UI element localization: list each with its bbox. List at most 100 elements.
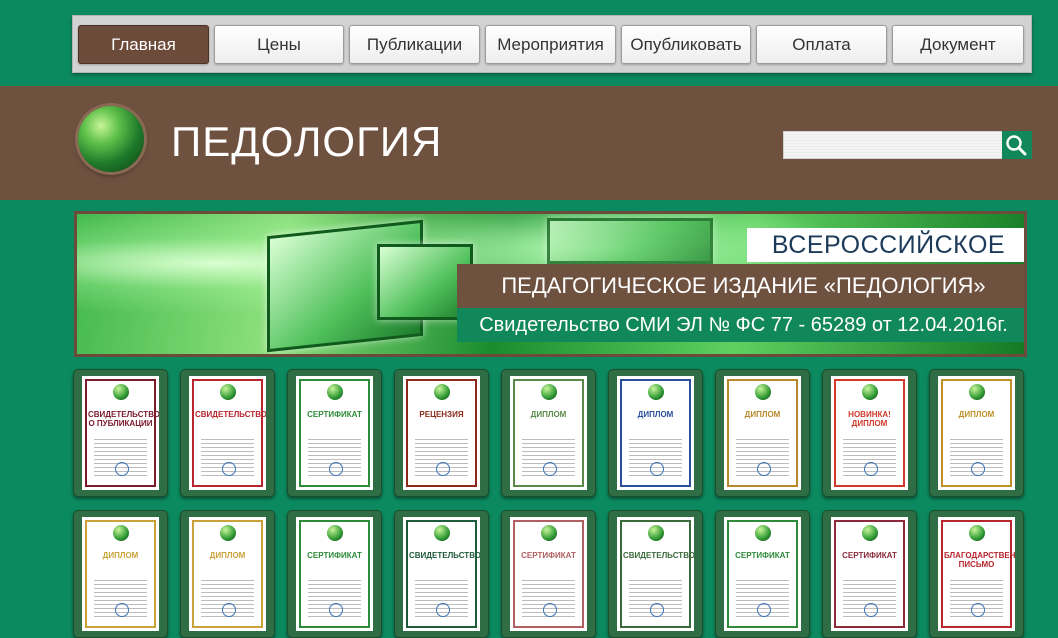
document-title: ДИПЛОМ	[102, 551, 139, 560]
seal-icon	[328, 462, 343, 476]
document-title: СВИДЕТЕЛЬСТВО О ПУБЛИКАЦИИ	[88, 410, 159, 428]
seal-icon	[542, 603, 557, 617]
document-preview: СЕРТИФИКАТ	[296, 376, 373, 490]
nav-item-payment[interactable]: Оплата	[756, 25, 887, 64]
search-input[interactable]	[783, 131, 1003, 159]
document-thumbnail[interactable]: РЕЦЕНЗИЯ	[394, 369, 489, 497]
search-button[interactable]	[1002, 131, 1032, 159]
document-title: СЕРТИФИКАТ	[735, 551, 790, 560]
document-thumbnail[interactable]: ДИПЛОМ	[73, 510, 168, 638]
document-title: ДИПЛОМ	[209, 551, 246, 560]
hero-banner[interactable]: ВСЕРОССИЙСКОЕ ПЕДАГОГИЧЕСКОЕ ИЗДАНИЕ «ПЕ…	[74, 211, 1027, 357]
seal-icon	[649, 603, 664, 617]
globe-emblem-icon	[540, 384, 557, 400]
document-preview: СВИДЕТЕЛЬСТВО	[617, 517, 694, 631]
document-preview: СВИДЕТЕЛЬСТВО	[189, 376, 266, 490]
document-title: БЛАГОДАРСТВЕННОЕ ПИСЬМО	[944, 551, 1015, 569]
document-thumbnail[interactable]: ДИПЛОМ	[715, 369, 810, 497]
document-preview: СЕРТИФИКАТ	[724, 517, 801, 631]
document-title: ДИПЛОМ	[637, 410, 674, 419]
document-preview: ДИПЛОМ	[510, 376, 587, 490]
seal-icon	[114, 603, 129, 617]
document-thumbnail[interactable]: СВИДЕТЕЛЬСТВО	[394, 510, 489, 638]
globe-emblem-icon	[647, 384, 664, 400]
document-title: СЕРТИФИКАТ	[842, 551, 897, 560]
nav-item-home[interactable]: Главная	[78, 25, 209, 64]
document-thumbnail[interactable]: СЕРТИФИКАТ	[822, 510, 917, 638]
document-preview: БЛАГОДАРСТВЕННОЕ ПИСЬМО	[938, 517, 1015, 631]
document-title: СВИДЕТЕЛЬСТВО	[409, 551, 480, 560]
seal-icon	[970, 603, 985, 617]
document-title: ДИПЛОМ	[530, 410, 567, 419]
seal-icon	[863, 603, 878, 617]
globe-emblem-icon	[112, 384, 129, 400]
globe-emblem-icon	[861, 384, 878, 400]
document-preview: РЕЦЕНЗИЯ	[403, 376, 480, 490]
seal-icon	[649, 462, 664, 476]
document-title: СЕРТИФИКАТ	[307, 410, 362, 419]
document-title: СВИДЕТЕЛЬСТВО	[195, 410, 266, 419]
document-title: СЕРТИФИКАТ	[307, 551, 362, 560]
document-preview: СЕРТИФИКАТ	[296, 517, 373, 631]
banner-subheading: ПЕДАГОГИЧЕСКОЕ ИЗДАНИЕ «ПЕДОЛОГИЯ»	[457, 264, 1024, 308]
nav-item-prices[interactable]: Цены	[214, 25, 344, 64]
globe-emblem-icon	[968, 525, 985, 541]
document-thumbnail[interactable]: ДИПЛОМ	[608, 369, 703, 497]
document-thumbnail[interactable]: СВИДЕТЕЛЬСТВО	[180, 369, 275, 497]
document-preview: СЕРТИФИКАТ	[831, 517, 908, 631]
globe-emblem-icon	[861, 525, 878, 541]
document-thumbnail[interactable]: НОВИНКА! ДИПЛОМ	[822, 369, 917, 497]
document-preview: СВИДЕТЕЛЬСТВО О ПУБЛИКАЦИИ	[82, 376, 159, 490]
document-thumbnail[interactable]: ДИПЛОМ	[180, 510, 275, 638]
globe-icon[interactable]	[78, 106, 144, 172]
nav-item-document[interactable]: Документ	[892, 25, 1024, 64]
banner-registration-text: Свидетельство СМИ ЭЛ № ФС 77 - 65289 от …	[457, 308, 1024, 342]
document-thumbnail[interactable]: СЕРТИФИКАТ	[501, 510, 596, 638]
globe-emblem-icon	[433, 525, 450, 541]
document-thumbnail[interactable]: СЕРТИФИКАТ	[715, 510, 810, 638]
document-preview: НОВИНКА! ДИПЛОМ	[831, 376, 908, 490]
seal-icon	[756, 462, 771, 476]
nav-item-events[interactable]: Мероприятия	[485, 25, 616, 64]
globe-emblem-icon	[968, 384, 985, 400]
document-thumbnail[interactable]: СЕРТИФИКАТ	[287, 369, 382, 497]
document-preview: ДИПЛОМ	[938, 376, 1015, 490]
main-nav: Главная Цены Публикации Мероприятия Опуб…	[72, 15, 1032, 73]
document-title: СВИДЕТЕЛЬСТВО	[623, 551, 694, 560]
document-preview: ДИПЛОМ	[724, 376, 801, 490]
seal-icon	[756, 603, 771, 617]
document-preview: ДИПЛОМ	[189, 517, 266, 631]
seal-icon	[542, 462, 557, 476]
seal-icon	[221, 462, 236, 476]
site-title[interactable]: ПЕДОЛОГИЯ	[171, 117, 442, 167]
document-title: ДИПЛОМ	[958, 410, 995, 419]
globe-emblem-icon	[754, 384, 771, 400]
globe-emblem-icon	[326, 384, 343, 400]
document-thumbnail[interactable]: ДИПЛОМ	[501, 369, 596, 497]
document-title: ДИПЛОМ	[744, 410, 781, 419]
document-preview: СВИДЕТЕЛЬСТВО	[403, 517, 480, 631]
seal-icon	[435, 462, 450, 476]
nav-item-publish[interactable]: Опубликовать	[621, 25, 751, 64]
seal-icon	[435, 603, 450, 617]
seal-icon	[863, 462, 878, 476]
globe-emblem-icon	[326, 525, 343, 541]
banner-heading: ВСЕРОССИЙСКОЕ	[747, 228, 1024, 262]
globe-emblem-icon	[219, 525, 236, 541]
globe-emblem-icon	[647, 525, 664, 541]
nav-item-publications[interactable]: Публикации	[349, 25, 480, 64]
globe-emblem-icon	[540, 525, 557, 541]
document-thumbnail[interactable]: СВИДЕТЕЛЬСТВО О ПУБЛИКАЦИИ	[73, 369, 168, 497]
document-thumbnail[interactable]: СВИДЕТЕЛЬСТВО	[608, 510, 703, 638]
document-thumbnail[interactable]: СЕРТИФИКАТ	[287, 510, 382, 638]
document-preview: ДИПЛОМ	[82, 517, 159, 631]
globe-emblem-icon	[112, 525, 129, 541]
globe-emblem-icon	[219, 384, 236, 400]
document-title: СЕРТИФИКАТ	[521, 551, 576, 560]
document-thumbnail[interactable]: ДИПЛОМ	[929, 369, 1024, 497]
seal-icon	[970, 462, 985, 476]
document-title: РЕЦЕНЗИЯ	[419, 410, 464, 419]
document-preview: СЕРТИФИКАТ	[510, 517, 587, 631]
seal-icon	[114, 462, 129, 476]
document-thumbnail[interactable]: БЛАГОДАРСТВЕННОЕ ПИСЬМО	[929, 510, 1024, 638]
